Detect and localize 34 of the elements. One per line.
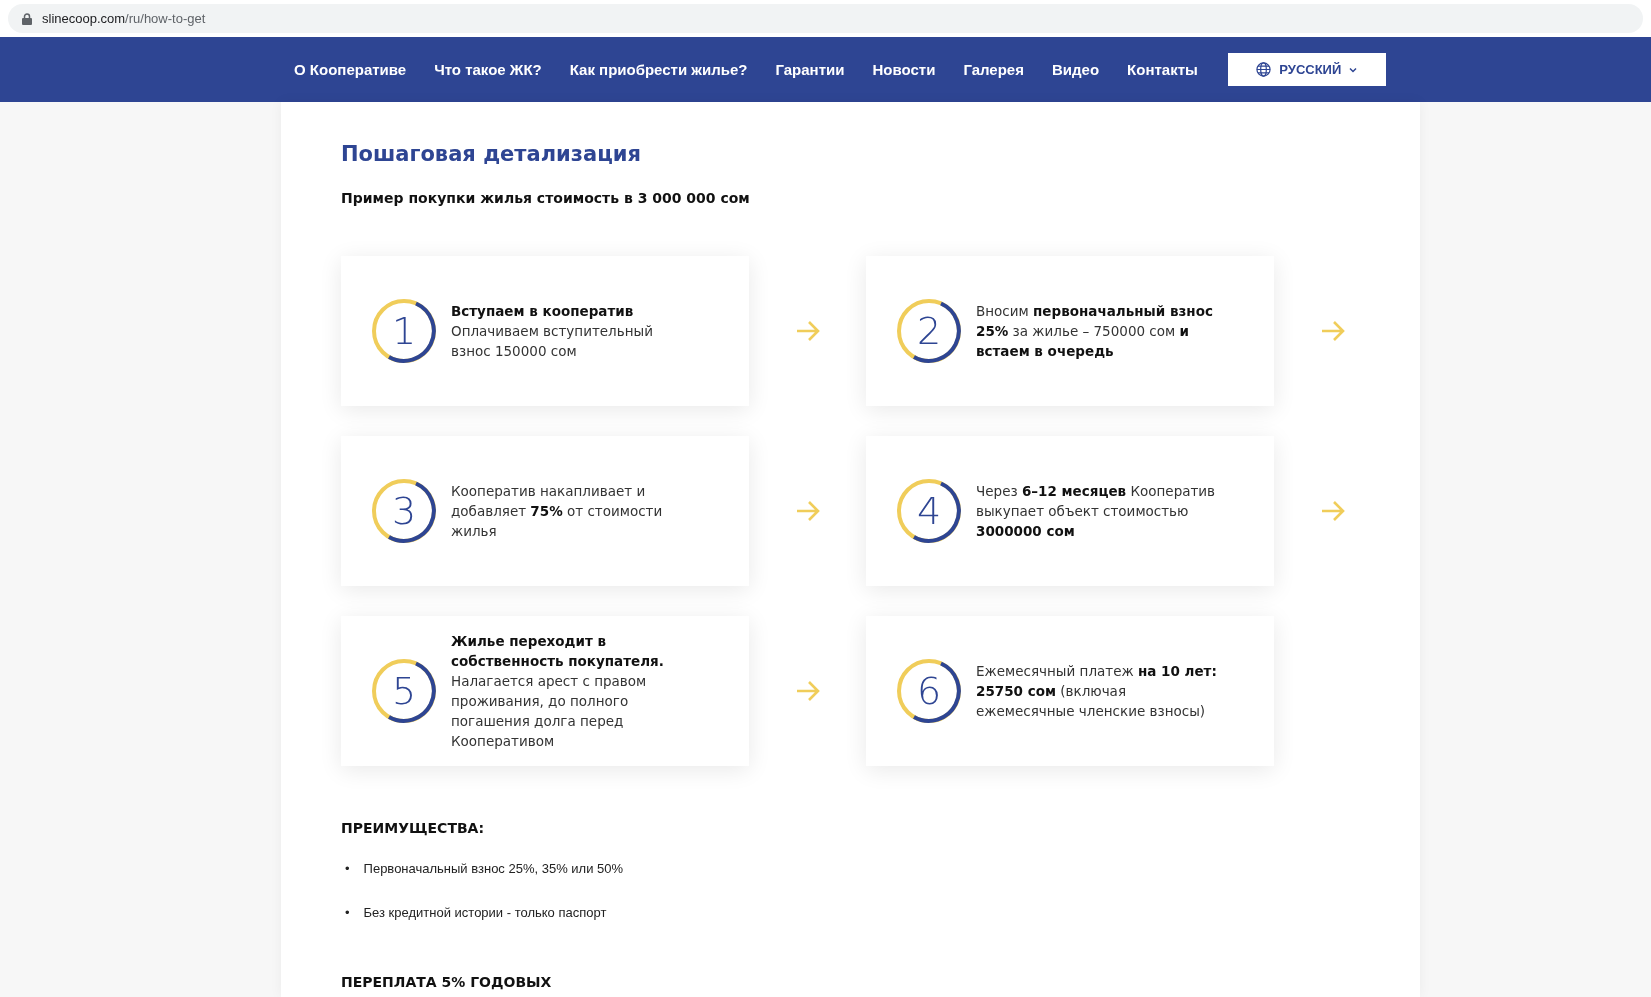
subtitle: Пример покупки жилья стоимость в 3 000 000 сом <box>341 190 751 206</box>
step-text: Ежемесячный платеж на 10 лет: 25750 сом (включая ежемесячные членские взносы) <box>976 662 1218 721</box>
url-text: slinecoop.com/ru/how-to-get <box>42 11 206 26</box>
bullet: • <box>345 860 350 878</box>
nav-link[interactable]: О Кооперативе <box>280 61 421 78</box>
bullet: • <box>345 904 350 922</box>
step-number-icon: 5 <box>371 658 437 724</box>
step-number-icon: 2 <box>896 298 962 364</box>
nav-link[interactable]: Как приобрести жилье? <box>555 61 762 78</box>
section-heading: ПРЕИМУЩЕСТВА: <box>341 820 486 836</box>
step-text: Через 6–12 месяцев Кооператив выкупает объект стоимостью 3000000 сом <box>976 482 1217 541</box>
page-heading: Пошаговая детализация <box>341 142 642 166</box>
lock-icon <box>22 12 32 25</box>
globe-icon <box>1256 62 1272 77</box>
step-text: Вступаем в кооператив Оплачиваем вступительный взнос 150000 сом <box>451 302 654 361</box>
step-number-icon: 3 <box>371 478 437 544</box>
nav-link[interactable]: Гарантии <box>761 61 859 78</box>
nav-link[interactable]: Видео <box>1038 61 1114 78</box>
chevron-down-icon <box>1349 66 1358 73</box>
step-text: Кооператив накапливает и добавляет 75% от стоимости жилья <box>451 482 664 541</box>
nav-link[interactable]: Галерея <box>949 61 1038 78</box>
step-text: Жилье переходит в собственность покупателя. Налагается арест с правом проживания, до полного погашения долга перед Кооперативом <box>451 632 665 751</box>
nav-link[interactable]: Новости <box>858 61 950 78</box>
step-number-icon: 4 <box>896 478 962 544</box>
nav-link[interactable]: Контакты <box>1113 61 1212 78</box>
nav-link[interactable]: Что такое ЖК? <box>420 61 556 78</box>
step-text: Вносим первоначальный взнос 25% за жилье – 750000 сом и встаем в очередь <box>976 302 1214 361</box>
language-button[interactable]: РУССКИЙ <box>1227 53 1386 86</box>
address-bar[interactable]: slinecoop.com/ru/how-to-get <box>8 4 1643 33</box>
list-item: Первоначальный взнос 25%, 35% или 50% <box>363 860 624 878</box>
step-number-icon: 6 <box>896 658 962 724</box>
section-heading: ПЕРЕПЛАТА 5% ГОДОВЫХ <box>341 974 553 990</box>
step-number-icon: 1 <box>371 298 437 364</box>
list-item: Без кредитной истории - только паспорт <box>363 904 607 922</box>
